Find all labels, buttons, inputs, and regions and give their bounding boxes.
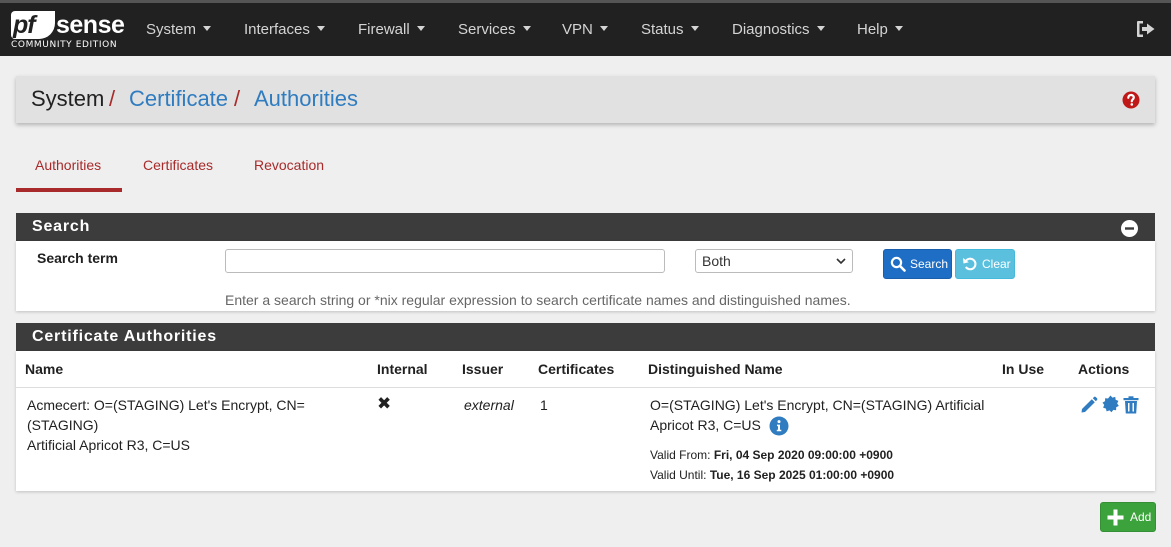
logo-sense: sense [56, 11, 125, 39]
nav-vpn[interactable]: VPN [562, 3, 608, 56]
breadcrumb-separator: / [109, 86, 116, 111]
search-icon [890, 256, 906, 272]
search-input[interactable] [225, 249, 665, 273]
plus-icon [1107, 509, 1124, 526]
search-scope-select[interactable]: Both [695, 249, 853, 273]
add-button-label: Add [1130, 510, 1152, 524]
breadcrumb-system: System [31, 86, 105, 111]
search-scope-value: Both [702, 253, 731, 269]
header-divider [16, 387, 1155, 388]
caret-down-icon [416, 26, 425, 31]
trash-icon[interactable] [1122, 396, 1140, 414]
valid-from: Valid From: Fri, 04 Sep 2020 09:00:00 +0… [650, 448, 893, 462]
caret-down-icon [316, 26, 325, 31]
search-term-label: Search term [37, 250, 118, 266]
breadcrumb-certificate[interactable]: Certificate [129, 87, 228, 111]
column-header-actions: Actions [1078, 361, 1130, 377]
column-header-name: Name [25, 361, 64, 377]
ca-panel-header: Certificate Authorities [16, 323, 1155, 351]
logo-pf: pf [11, 11, 55, 39]
question-circle-icon[interactable] [1122, 91, 1140, 109]
nav-interfaces[interactable]: Interfaces [244, 3, 325, 56]
breadcrumb-authorities[interactable]: Authorities [254, 87, 358, 111]
search-button[interactable]: Search [883, 249, 952, 279]
nav-diagnostics[interactable]: Diagnostics [732, 3, 825, 56]
search-panel-header: Search [16, 213, 1155, 241]
active-tab-indicator [16, 188, 122, 192]
column-header-distinguished-name: Distinguished Name [648, 361, 783, 377]
column-header-in-use: In Use [1002, 361, 1045, 377]
caret-down-icon [522, 26, 531, 31]
valid-until: Valid Until: Tue, 16 Sep 2025 01:00:00 +… [650, 468, 895, 482]
pfsense-logo[interactable]: pf sense COMMUNITY EDITION [11, 11, 125, 55]
chevron-down-icon [836, 258, 846, 265]
nav-services[interactable]: Services [458, 3, 531, 56]
tab-authorities[interactable]: Authorities [35, 157, 101, 173]
nav-system[interactable]: System [146, 3, 212, 56]
undo-icon [963, 257, 977, 271]
tab-revocation[interactable]: Revocation [254, 157, 324, 173]
column-header-internal: Internal [377, 361, 428, 377]
column-header-certificates: Certificates [538, 361, 615, 377]
search-help-text: Enter a search string or *nix regular ex… [225, 292, 851, 308]
add-button[interactable]: Add [1100, 502, 1156, 532]
clear-button-label: Clear [982, 257, 1011, 271]
certificates-count-cell: 1 [540, 397, 548, 413]
tab-certificates[interactable]: Certificates [143, 157, 213, 173]
nav-firewall[interactable]: Firewall [358, 3, 425, 56]
caret-down-icon [690, 26, 699, 31]
minus-circle-icon[interactable] [1121, 220, 1138, 237]
info-icon[interactable] [769, 416, 789, 436]
column-header-issuer: Issuer [462, 361, 504, 377]
search-button-label: Search [910, 257, 949, 271]
issuer-cell: external [464, 397, 514, 413]
caret-down-icon [203, 26, 212, 31]
breadcrumb: System / Certificate / Authorities [16, 76, 1155, 123]
sign-out-icon[interactable] [1136, 20, 1156, 38]
search-panel-title: Search [32, 218, 91, 235]
pencil-icon[interactable] [1080, 396, 1098, 414]
top-navbar: pf sense COMMUNITY EDITION System Interf… [0, 0, 1171, 56]
nav-help[interactable]: Help [857, 3, 903, 56]
ca-panel-title: Certificate Authorities [32, 328, 217, 345]
internal-no-icon: ✖ [377, 394, 392, 413]
breadcrumb-separator: / [234, 86, 241, 111]
logo-edition: COMMUNITY EDITION [11, 40, 118, 50]
distinguished-name-cell: O=(STAGING) Let's Encrypt, CN=(STAGING) … [650, 397, 985, 433]
certificate-icon[interactable] [1101, 395, 1120, 414]
ca-name-cell: Acmecert: O=(STAGING) Let's Encrypt, CN=… [27, 397, 305, 453]
nav-status[interactable]: Status [641, 3, 699, 56]
caret-down-icon [816, 26, 825, 31]
caret-down-icon [894, 26, 903, 31]
clear-button[interactable]: Clear [955, 249, 1015, 279]
caret-down-icon [599, 26, 608, 31]
